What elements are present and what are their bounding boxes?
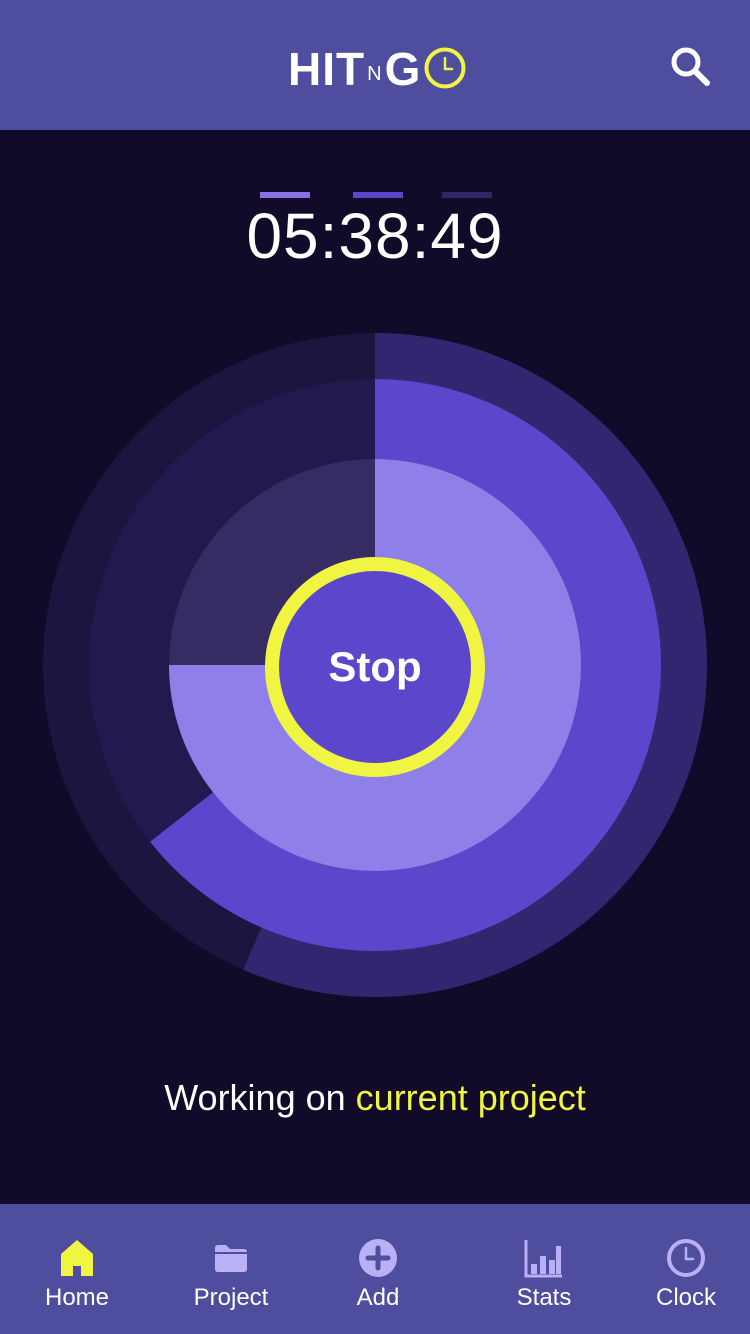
tab-clock[interactable]: Clock: [621, 1204, 750, 1334]
tab-stats[interactable]: Stats: [479, 1204, 609, 1334]
logo-text-g: G: [384, 43, 422, 95]
clock-icon: [667, 1239, 705, 1277]
tab-project[interactable]: Project: [166, 1204, 296, 1334]
status-prefix: Working on: [164, 1077, 346, 1118]
stop-button[interactable]: Stop: [265, 557, 485, 777]
hours-indicator: [260, 192, 310, 198]
app-header: HIT N G: [0, 0, 750, 130]
tab-add[interactable]: Add: [313, 1204, 443, 1334]
home-icon: [61, 1240, 93, 1276]
tab-home[interactable]: Home: [12, 1204, 142, 1334]
tab-stats-label: Stats: [516, 1284, 572, 1311]
tab-clock-label: Clock: [655, 1284, 716, 1311]
folder-icon: [215, 1245, 247, 1272]
plus-circle-icon: [359, 1239, 397, 1277]
app-logo: HIT N G: [288, 40, 467, 92]
search-icon: [671, 47, 710, 86]
status-text: Working on current project: [0, 1076, 750, 1120]
current-project-link[interactable]: current project: [356, 1077, 586, 1118]
logo-clock-icon: [424, 47, 466, 89]
timer-unit-indicators: [260, 192, 492, 200]
tab-project-label: Project: [193, 1284, 269, 1311]
tab-home-label: Home: [44, 1284, 110, 1311]
bar-chart-icon: [524, 1240, 562, 1278]
timer-display: 05:38:49: [246, 200, 504, 272]
logo-text-n: N: [367, 63, 383, 85]
search-button[interactable]: [664, 40, 716, 92]
tab-add-label: Add: [356, 1284, 400, 1311]
minutes-indicator: [353, 192, 403, 198]
seconds-indicator: [442, 192, 492, 198]
bottom-tab-bar: Home Project Add Stats Clock: [0, 1204, 750, 1334]
logo-text-hit: HIT: [288, 43, 366, 95]
